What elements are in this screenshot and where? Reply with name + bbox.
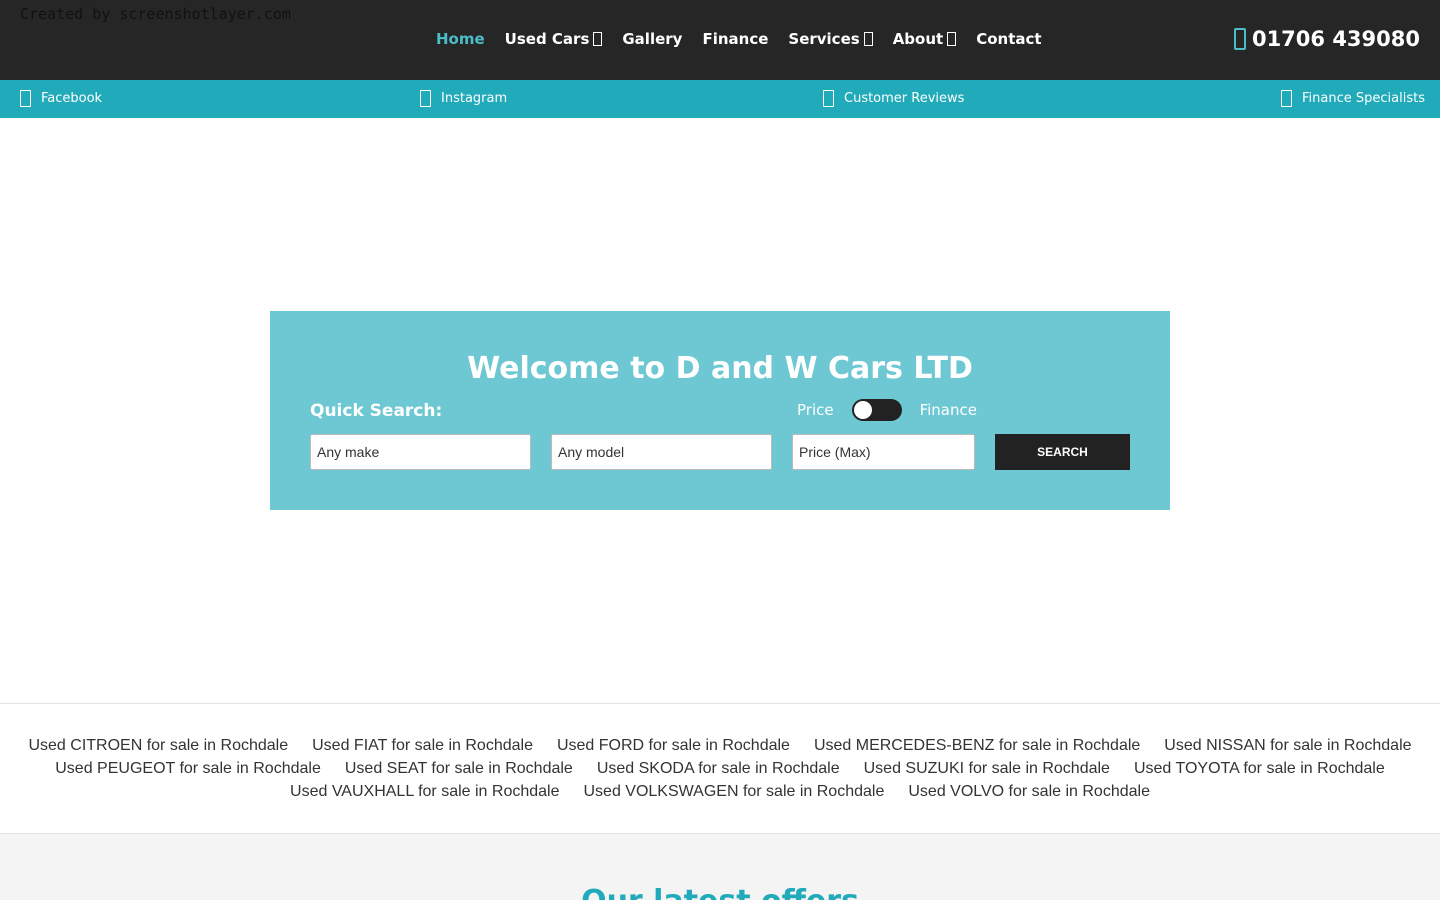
facebook-label: Facebook bbox=[41, 91, 103, 106]
finance-specialists-link[interactable]: Finance Specialists bbox=[1281, 90, 1425, 107]
nav-about-label: About bbox=[892, 30, 944, 48]
customer-reviews-link[interactable]: Customer Reviews bbox=[823, 90, 964, 107]
makes-links: Used CITROEN for sale in Rochdale Used F… bbox=[0, 703, 1440, 834]
chevron-down-icon bbox=[947, 32, 957, 46]
makes-row: Used VAUXHALL for sale in Rochdale Used … bbox=[0, 783, 1440, 806]
make-link-vauxhall[interactable]: Used VAUXHALL for sale in Rochdale bbox=[290, 783, 559, 806]
price-finance-toggle[interactable] bbox=[851, 399, 902, 421]
make-link-volkswagen[interactable]: Used VOLKSWAGEN for sale in Rochdale bbox=[583, 783, 884, 806]
finance-icon bbox=[1281, 90, 1292, 107]
nav-gallery[interactable]: Gallery bbox=[622, 30, 682, 48]
nav-finance-label: Finance bbox=[702, 30, 769, 48]
finance-specialists-label: Finance Specialists bbox=[1302, 91, 1425, 106]
phone-number: 01706 439080 bbox=[1251, 27, 1420, 51]
make-link-nissan[interactable]: Used NISSAN for sale in Rochdale bbox=[1164, 737, 1411, 760]
chevron-down-icon bbox=[863, 32, 873, 46]
main-nav: Home Used Cars Gallery Finance Services … bbox=[436, 30, 1062, 48]
make-link-volvo[interactable]: Used VOLVO for sale in Rochdale bbox=[908, 783, 1150, 806]
nav-contact[interactable]: Contact bbox=[976, 30, 1041, 48]
make-link-peugeot[interactable]: Used PEUGEOT for sale in Rochdale bbox=[55, 760, 321, 783]
price-max-input[interactable] bbox=[792, 434, 975, 470]
nav-home[interactable]: Home bbox=[436, 30, 485, 48]
make-link-fiat[interactable]: Used FIAT for sale in Rochdale bbox=[312, 737, 533, 760]
reviews-icon bbox=[823, 90, 834, 107]
price-finance-switch: Price Finance bbox=[797, 399, 977, 421]
nav-used-cars-label: Used Cars bbox=[504, 30, 590, 48]
phone-icon bbox=[1233, 28, 1246, 50]
nav-finance[interactable]: Finance bbox=[702, 30, 768, 48]
nav-gallery-label: Gallery bbox=[622, 30, 683, 48]
nav-services-label: Services bbox=[788, 30, 860, 48]
makes-row: Used PEUGEOT for sale in Rochdale Used S… bbox=[0, 760, 1440, 783]
make-link-ford[interactable]: Used FORD for sale in Rochdale bbox=[557, 737, 790, 760]
latest-offers-title: Our latest offers bbox=[0, 884, 1440, 900]
instagram-link[interactable]: Instagram bbox=[420, 90, 507, 107]
phone-link[interactable]: 01706 439080 bbox=[1233, 27, 1420, 51]
nav-contact-label: Contact bbox=[976, 30, 1042, 48]
make-link-citroen[interactable]: Used CITROEN for sale in Rochdale bbox=[28, 737, 288, 760]
top-header: Created by screenshotlayer.com Home Used… bbox=[0, 0, 1440, 80]
instagram-icon bbox=[420, 90, 431, 107]
facebook-link[interactable]: Facebook bbox=[20, 90, 102, 107]
instagram-label: Instagram bbox=[441, 91, 508, 106]
make-link-skoda[interactable]: Used SKODA for sale in Rochdale bbox=[597, 760, 840, 783]
nav-about[interactable]: About bbox=[893, 30, 957, 48]
customer-reviews-label: Customer Reviews bbox=[844, 91, 965, 106]
toggle-finance-label: Finance bbox=[919, 401, 977, 419]
latest-offers-section: Our latest offers bbox=[0, 834, 1440, 900]
watermark: Created by screenshotlayer.com bbox=[20, 5, 291, 23]
make-link-seat[interactable]: Used SEAT for sale in Rochdale bbox=[345, 760, 573, 783]
toggle-knob bbox=[853, 401, 872, 419]
search-button[interactable]: SEARCH bbox=[995, 434, 1130, 470]
social-bar: Facebook Instagram Customer Reviews Fina… bbox=[0, 80, 1440, 118]
quick-search-label: Quick Search: bbox=[310, 401, 443, 421]
nav-home-label: Home bbox=[436, 30, 485, 48]
make-input[interactable] bbox=[310, 434, 531, 470]
chevron-down-icon bbox=[593, 32, 603, 46]
page-title: Welcome to D and W Cars LTD bbox=[467, 351, 973, 386]
nav-services[interactable]: Services bbox=[788, 30, 873, 48]
make-link-suzuki[interactable]: Used SUZUKI for sale in Rochdale bbox=[864, 760, 1110, 783]
make-link-toyota[interactable]: Used TOYOTA for sale in Rochdale bbox=[1134, 760, 1385, 783]
quick-search-panel: Welcome to D and W Cars LTD Quick Search… bbox=[270, 311, 1170, 510]
facebook-icon bbox=[20, 90, 31, 107]
model-input[interactable] bbox=[551, 434, 772, 470]
nav-used-cars[interactable]: Used Cars bbox=[505, 30, 603, 48]
toggle-price-label: Price bbox=[797, 401, 834, 419]
makes-row: Used CITROEN for sale in Rochdale Used F… bbox=[0, 737, 1440, 760]
make-link-mercedes-benz[interactable]: Used MERCEDES-BENZ for sale in Rochdale bbox=[814, 737, 1140, 760]
